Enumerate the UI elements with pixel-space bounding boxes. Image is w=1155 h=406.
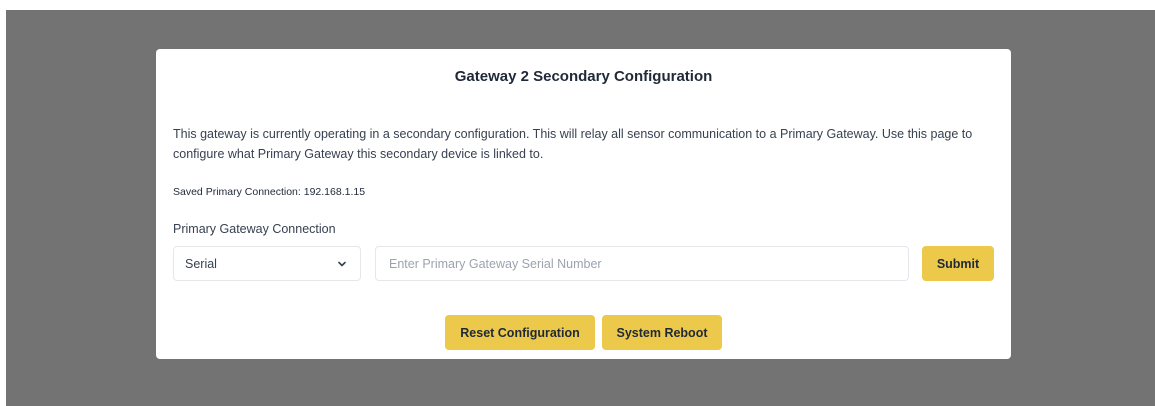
connection-type-value: Serial xyxy=(185,256,217,271)
reset-configuration-button[interactable]: Reset Configuration xyxy=(445,315,595,350)
chevron-down-icon xyxy=(337,259,347,269)
gateway-config-modal: Gateway 2 Secondary Configuration This g… xyxy=(156,49,1011,359)
saved-connection-label: Saved Primary Connection: xyxy=(173,186,301,198)
modal-description: This gateway is currently operating in a… xyxy=(173,127,973,161)
primary-connection-label: Primary Gateway Connection xyxy=(173,222,336,236)
primary-serial-input[interactable] xyxy=(375,246,909,281)
system-reboot-button[interactable]: System Reboot xyxy=(602,315,722,350)
connection-type-select[interactable]: Serial xyxy=(173,246,361,281)
saved-connection-value: 192.168.1.15 xyxy=(303,186,366,198)
submit-button[interactable]: Submit xyxy=(922,246,994,281)
modal-title: Gateway 2 Secondary Configuration xyxy=(454,68,713,85)
saved-primary-connection: Saved Primary Connection: 192.168.1.15 xyxy=(173,186,365,198)
